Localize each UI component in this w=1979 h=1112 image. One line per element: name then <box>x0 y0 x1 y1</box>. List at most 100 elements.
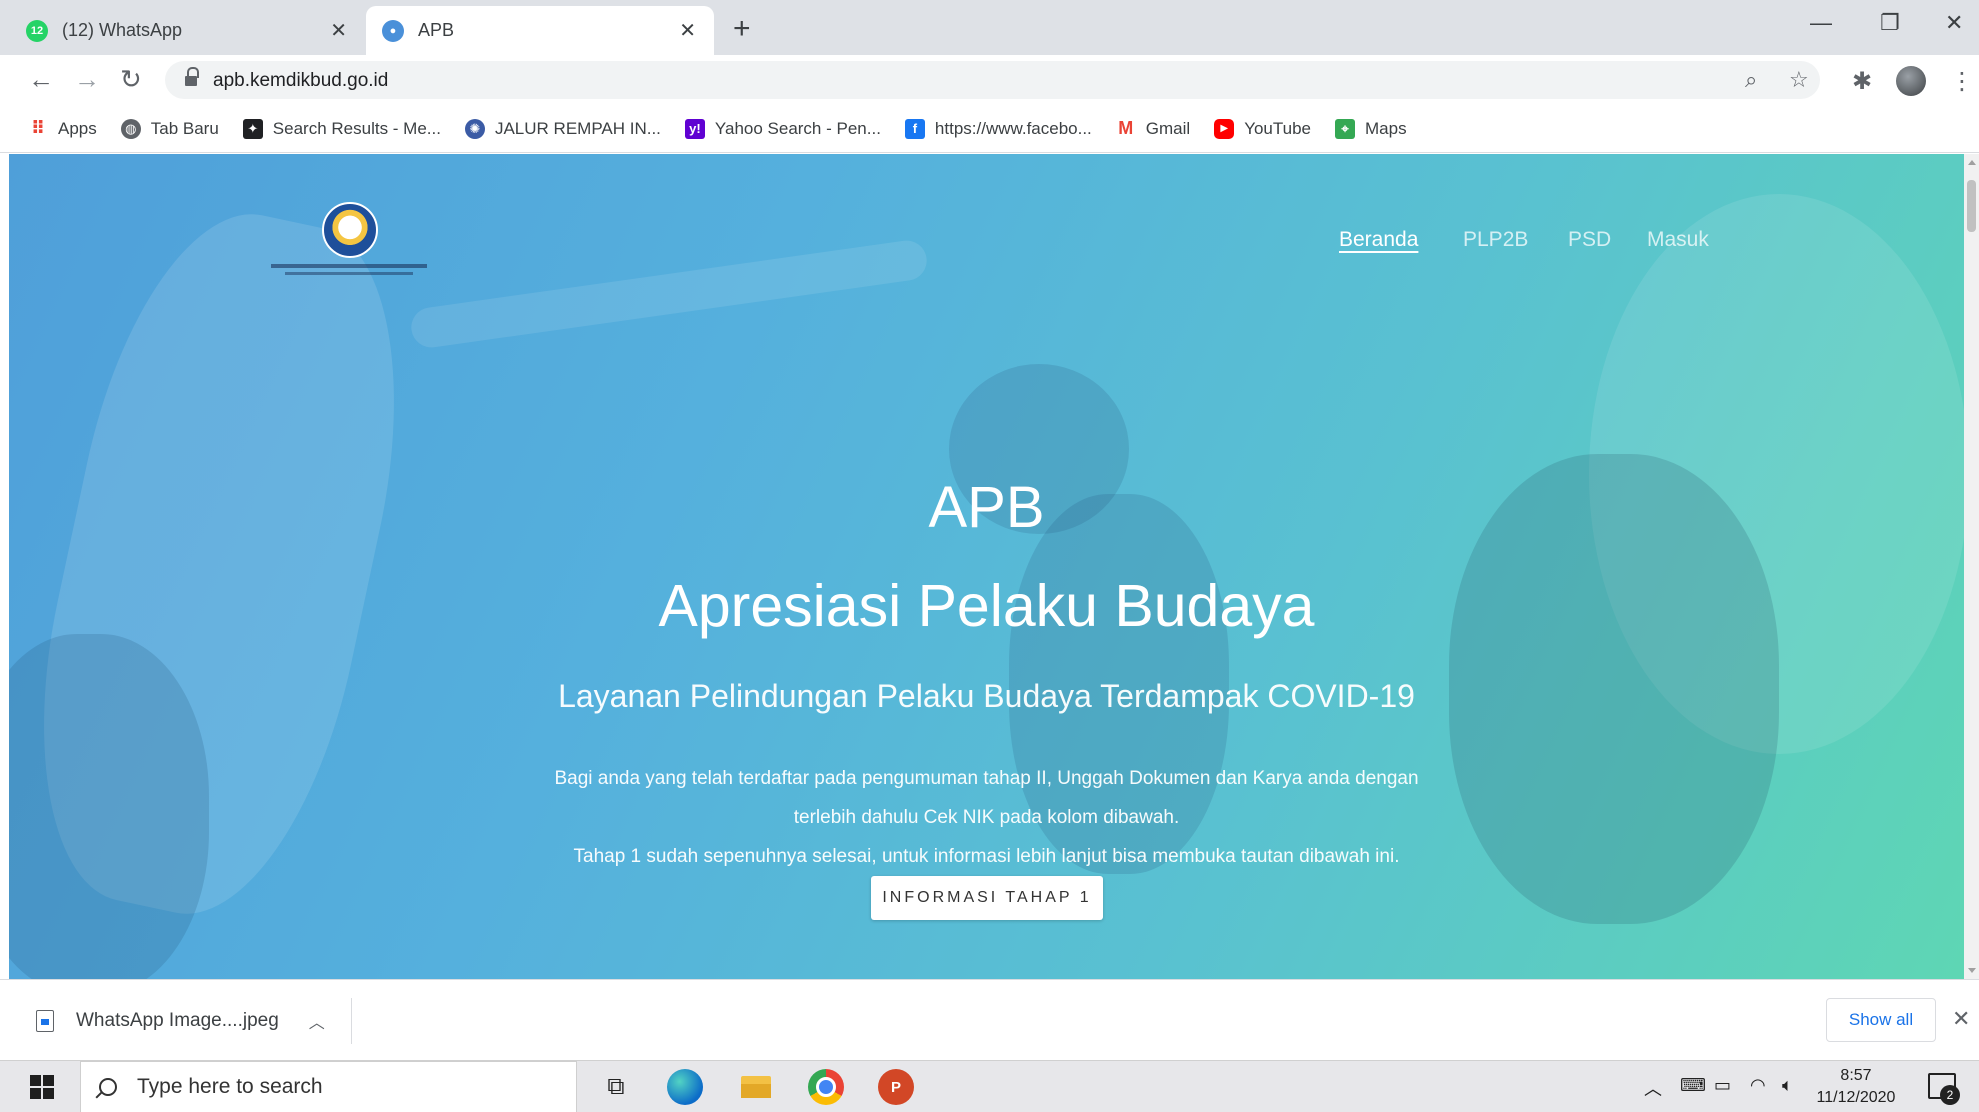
volume-icon[interactable]: 🔈︎ <box>1782 1075 1793 1096</box>
new-tab-button[interactable]: + <box>733 12 751 46</box>
hero-subtitle: Apresiasi Pelaku Budaya <box>658 573 1315 639</box>
window-close-icon[interactable]: ✕ <box>1945 10 1963 36</box>
kemdikbud-logo[interactable] <box>271 202 427 282</box>
hero-paragraph-line: Bagi anda yang telah terdaftar pada peng… <box>554 768 1419 789</box>
maps-icon: ⌖ <box>1335 118 1355 139</box>
bookmark-label: Gmail <box>1145 118 1191 138</box>
scroll-up-arrow-icon[interactable] <box>1968 160 1976 165</box>
powerpoint-icon[interactable]: P <box>878 1069 914 1105</box>
yahoo-icon: y! <box>684 118 705 139</box>
wifi-icon[interactable]: ◠ <box>1750 1075 1766 1096</box>
system-clock[interactable]: 8:57 11/12/2020 <box>1816 1065 1896 1109</box>
close-shelf-icon[interactable]: ✕ <box>1952 1006 1970 1032</box>
bookmark-youtube[interactable]: ▶ YouTube <box>1214 118 1311 139</box>
hero-paragraph-line: Tahap 1 sudah sepenuhnya selesai, untuk … <box>573 846 1400 867</box>
page-scrollbar[interactable] <box>1964 154 1979 979</box>
zoom-icon[interactable]: ⌕ <box>1745 67 1757 93</box>
download-item[interactable]: WhatsApp Image....jpeg ︿ <box>36 998 352 1044</box>
nav-plp2b[interactable]: PLP2B <box>1463 228 1528 252</box>
extensions-puzzle-icon[interactable]: ✱ <box>1852 67 1872 96</box>
bookmark-label: Tab Baru <box>150 118 219 138</box>
lock-icon[interactable] <box>185 67 199 87</box>
informasi-tahap-1-button[interactable]: INFORMASI TAHAP 1 <box>871 876 1103 920</box>
nav-masuk[interactable]: Masuk <box>1647 228 1709 252</box>
bookmark-tab-baru[interactable]: ◍ Tab Baru <box>120 118 219 139</box>
tab-title: (12) WhatsApp <box>62 20 183 40</box>
search-icon <box>99 1078 117 1096</box>
hero-paragraph-line: terlebih dahulu Cek NIK pada kolom dibaw… <box>793 807 1180 828</box>
bookmark-label: YouTube <box>1244 118 1311 138</box>
chevron-up-icon[interactable]: ︿ <box>309 1009 325 1033</box>
bookmark-label: Search Results - Me... <box>272 118 441 138</box>
bookmark-jalur-rempah[interactable]: ✺ JALUR REMPAH IN... <box>464 118 661 139</box>
background-photo-overlay <box>408 238 930 350</box>
clock-time: 8:57 <box>1840 1067 1872 1084</box>
address-bar[interactable]: apb.kemdikbud.go.id ⌕ ☆ <box>165 61 1820 99</box>
globe-icon: ◍ <box>120 118 141 139</box>
kemdikbud-globe-icon: ● <box>382 19 404 42</box>
hero-title: APB <box>928 475 1045 540</box>
bookmark-label: Maps <box>1365 118 1407 138</box>
close-tab-icon[interactable]: ✕ <box>679 18 696 43</box>
task-view-icon[interactable]: ⧉ <box>598 1069 634 1105</box>
reload-icon[interactable]: ↻ <box>120 65 142 93</box>
bookmark-label: JALUR REMPAH IN... <box>494 118 661 138</box>
logo-caption-line <box>271 264 427 268</box>
tut-wuri-handayani-emblem-icon <box>322 202 378 258</box>
bookmark-search-results[interactable]: ✦ Search Results - Me... <box>242 118 441 139</box>
search-results-icon: ✦ <box>242 118 263 139</box>
bookmark-facebook[interactable]: f https://www.facebo... <box>904 118 1092 139</box>
show-all-button[interactable]: Show all <box>1826 998 1936 1042</box>
bookmark-label: Yahoo Search - Pen... <box>714 118 881 138</box>
bookmarks-bar: ⠿ Apps ◍ Tab Baru ✦ Search Results - Me.… <box>0 105 1979 153</box>
nav-psd[interactable]: PSD <box>1568 228 1611 252</box>
profile-avatar[interactable] <box>1896 66 1926 96</box>
windows-taskbar: Type here to search ⧉ P ︿ ⌨ ▭ ◠ 🔈︎ 8:57 … <box>0 1060 1979 1112</box>
nav-beranda[interactable]: Beranda <box>1339 228 1418 252</box>
jalur-rempah-icon: ✺ <box>464 118 485 139</box>
youtube-icon: ▶ <box>1214 118 1235 139</box>
tab-whatsapp[interactable]: 12 (12) WhatsApp ✕ <box>10 6 365 55</box>
bookmark-yahoo[interactable]: y! Yahoo Search - Pen... <box>684 118 881 139</box>
image-file-icon <box>36 1010 54 1032</box>
notification-count-badge: 2 <box>1940 1085 1960 1105</box>
bookmark-maps[interactable]: ⌖ Maps <box>1335 118 1407 139</box>
battery-icon[interactable]: ▭ <box>1714 1075 1731 1096</box>
tab-strip: 12 (12) WhatsApp ✕ ● APB ✕ + — ❐ ✕ <box>0 0 1979 55</box>
hero-section: Beranda PLP2B PSD Masuk APB Apresiasi Pe… <box>9 154 1964 979</box>
chrome-icon[interactable] <box>808 1069 844 1105</box>
minimize-icon[interactable]: — <box>1810 10 1832 36</box>
scrollbar-thumb[interactable] <box>1967 180 1976 232</box>
windows-start-icon[interactable] <box>30 1075 54 1099</box>
bookmark-apps[interactable]: ⠿ Apps <box>28 118 97 139</box>
gmail-icon: M <box>1118 118 1134 138</box>
scroll-down-arrow-icon[interactable] <box>1968 968 1976 973</box>
menu-kebab-icon[interactable]: ⋮ <box>1950 67 1974 96</box>
download-file-name: WhatsApp Image....jpeg <box>76 1010 279 1031</box>
forward-icon[interactable]: → <box>74 65 100 93</box>
back-icon[interactable]: ← <box>28 65 54 93</box>
browser-toolbar: ← → ↻ apb.kemdikbud.go.id ⌕ ☆ ✱ ⋮ <box>0 55 1979 105</box>
touch-keyboard-icon[interactable]: ⌨ <box>1680 1075 1706 1096</box>
taskbar-search-box[interactable]: Type here to search <box>80 1061 577 1112</box>
search-placeholder: Type here to search <box>137 1075 323 1098</box>
edge-icon[interactable] <box>667 1069 703 1105</box>
restore-icon[interactable]: ❐ <box>1880 10 1900 36</box>
facebook-icon: f <box>904 118 925 139</box>
whatsapp-icon: 12 <box>26 19 48 42</box>
close-tab-icon[interactable]: ✕ <box>330 18 347 43</box>
bookmark-gmail[interactable]: M Gmail <box>1116 118 1191 139</box>
download-shelf: WhatsApp Image....jpeg ︿ Show all ✕ <box>0 979 1979 1060</box>
bookmark-label: Apps <box>58 118 97 138</box>
logo-caption-line <box>285 272 413 275</box>
hero-tagline: Layanan Pelindungan Pelaku Budaya Terdam… <box>558 678 1415 714</box>
file-explorer-icon[interactable] <box>738 1069 774 1105</box>
apps-grid-icon: ⠿ <box>30 118 46 138</box>
tab-title: APB <box>418 20 455 40</box>
tab-apb[interactable]: ● APB ✕ <box>366 6 714 55</box>
url-text[interactable]: apb.kemdikbud.go.id <box>213 70 388 92</box>
bookmark-label: https://www.facebo... <box>934 118 1092 138</box>
bookmark-star-icon[interactable]: ☆ <box>1789 67 1809 93</box>
show-hidden-icons-chevron-icon[interactable]: ︿ <box>1644 1075 1662 1101</box>
clock-date: 11/12/2020 <box>1816 1089 1896 1106</box>
